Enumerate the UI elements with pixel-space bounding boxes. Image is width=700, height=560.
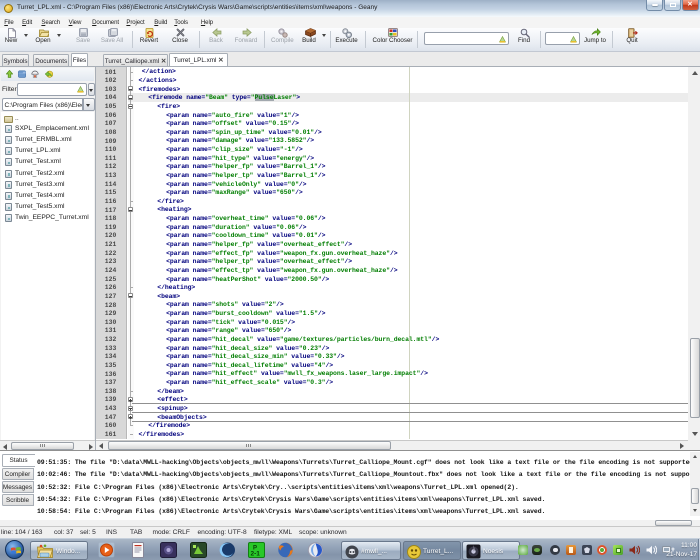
svg-text:2-1: 2-1 [251,551,261,558]
